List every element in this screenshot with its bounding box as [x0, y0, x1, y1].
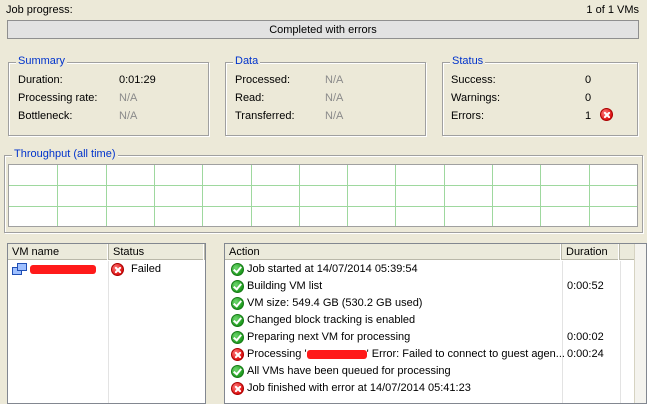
action-text: Job finished with error at 14/07/2014 05…: [247, 382, 471, 394]
transferred-label: Transferred:: [235, 110, 295, 122]
error-icon: [600, 108, 613, 121]
action-duration: 0:00:24: [567, 348, 604, 360]
failed-icon: [111, 263, 124, 276]
success-icon: [231, 331, 244, 344]
throughput-title: Throughput (all time): [12, 148, 118, 160]
vm-list-gridline: [108, 261, 109, 403]
vm-list-header: VM name Status: [8, 244, 205, 260]
action-duration: 0:00:52: [567, 280, 604, 292]
table-row[interactable]: All VMs have been queued for processing: [225, 363, 634, 380]
warnings-value: 0: [585, 92, 592, 104]
success-label: Success:: [451, 74, 496, 86]
action-text: VM size: 549.4 GB (530.2 GB used): [247, 297, 423, 309]
action-text-suffix: ' Error: Failed to connect to guest agen…: [366, 348, 565, 360]
success-value: 0: [585, 74, 592, 86]
data-title: Data: [233, 55, 261, 67]
job-progress-bar: Completed with errors: [7, 20, 639, 39]
summary-title: Summary: [16, 55, 68, 67]
status-title: Status: [450, 55, 486, 67]
action-text-prefix: Processing ': [247, 348, 307, 360]
warnings-label: Warnings:: [451, 92, 501, 104]
action-text: Preparing next VM for processing: [247, 331, 411, 343]
table-row[interactable]: Changed block tracking is enabled: [225, 312, 634, 329]
duration-label: Duration:: [18, 74, 63, 86]
table-row[interactable]: Job finished with error at 14/07/2014 05…: [225, 380, 634, 397]
vm-count: 1 of 1 VMs: [586, 4, 639, 16]
transferred-value: N/A: [325, 110, 344, 122]
summary-group: Summary Duration: 0:01:29 Processing rat…: [8, 55, 209, 136]
action-text: Building VM list: [247, 280, 323, 292]
success-icon: [231, 263, 244, 276]
vm-icon: [12, 263, 28, 277]
table-row[interactable]: Failed: [8, 261, 205, 278]
table-row[interactable]: VM size: 549.4 GB (530.2 GB used): [225, 295, 634, 312]
action-text: Job started at 14/07/2014 05:39:54: [247, 263, 418, 275]
processed-value: N/A: [325, 74, 344, 86]
table-row[interactable]: Building VM list 0:00:52: [225, 278, 634, 295]
action-duration: 0:00:02: [567, 331, 604, 343]
throughput-chart: [8, 164, 638, 227]
errors-value: 1: [585, 110, 592, 122]
redacted-vm-name: [30, 265, 96, 274]
error-icon: [231, 382, 244, 395]
action-text: Changed block tracking is enabled: [247, 314, 416, 326]
read-value: N/A: [325, 92, 344, 104]
throughput-grid: [9, 165, 637, 226]
processing-rate-value: N/A: [119, 92, 138, 104]
vm-status-text: Failed: [131, 263, 161, 275]
read-label: Read:: [235, 92, 265, 104]
redacted-vm-name: [306, 349, 367, 359]
data-group: Data Processed: N/A Read: N/A Transferre…: [225, 55, 426, 136]
errors-label: Errors:: [451, 110, 484, 122]
action-list[interactable]: Action Duration Job started at 14/07/201…: [224, 243, 647, 404]
table-row[interactable]: Processing ' ' Error: Failed to connect t…: [225, 346, 634, 363]
column-vm-name[interactable]: VM name: [8, 244, 109, 260]
duration-value: 0:01:29: [119, 74, 156, 86]
success-icon: [231, 365, 244, 378]
progress-status-text: Completed with errors: [269, 24, 377, 36]
action-list-scrollbar[interactable]: [634, 244, 646, 403]
action-text: Processing ' ' Error: Failed to connect t…: [247, 348, 565, 360]
bottleneck-label: Bottleneck:: [18, 110, 73, 122]
processing-rate-label: Processing rate:: [18, 92, 98, 104]
column-duration[interactable]: Duration: [562, 244, 620, 260]
column-action[interactable]: Action: [225, 244, 562, 260]
processed-label: Processed:: [235, 74, 291, 86]
job-progress-label: Job progress:: [6, 4, 73, 16]
success-icon: [231, 314, 244, 327]
table-row[interactable]: Preparing next VM for processing 0:00:02: [225, 329, 634, 346]
error-icon: [231, 348, 244, 361]
bottleneck-value: N/A: [119, 110, 138, 122]
action-list-header: Action Duration: [225, 244, 635, 260]
column-status[interactable]: Status: [109, 244, 205, 260]
action-text: All VMs have been queued for processing: [247, 365, 451, 377]
success-icon: [231, 280, 244, 293]
status-group: Status Success: 0 Warnings: 0 Errors: 1: [442, 55, 638, 136]
success-icon: [231, 297, 244, 310]
table-row[interactable]: Job started at 14/07/2014 05:39:54: [225, 261, 634, 278]
vm-list[interactable]: VM name Status Failed: [7, 243, 206, 404]
